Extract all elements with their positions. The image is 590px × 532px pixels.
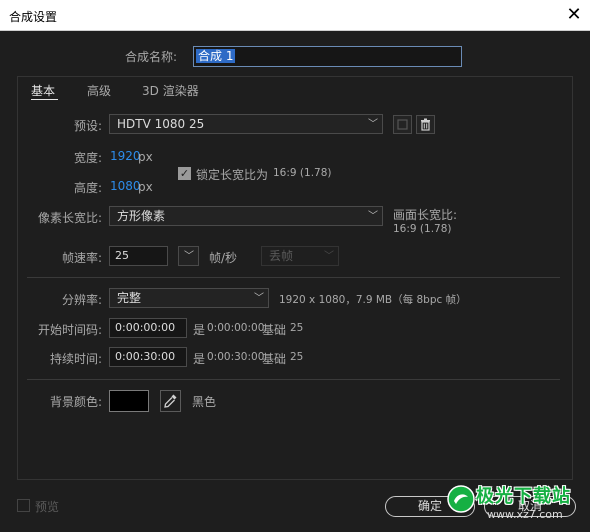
start-timecode-value: 0:00:00:00 (115, 321, 176, 334)
comp-name-label: 合成名称: (125, 50, 178, 64)
background-color-name: 黑色 (192, 395, 217, 409)
chevron-down-icon: ﹀ (324, 251, 334, 262)
frame-aspect-label: 画面长宽比: (393, 208, 458, 222)
resolution-value: 完整 (117, 291, 142, 305)
resolution-info: 1920 x 1080，7.9 MB（每 8bpc 帧） (279, 294, 467, 306)
duration-base-value: 25 (290, 351, 304, 363)
ok-label: 确定 (417, 499, 442, 513)
duration-base-label: 基础 (262, 352, 287, 366)
eyedropper-button[interactable] (160, 390, 181, 412)
trash-icon (421, 118, 430, 131)
drop-frame-value: 丢帧 (269, 249, 294, 263)
comp-name-value: 合成 1 (196, 49, 236, 63)
save-preset-icon (397, 119, 408, 130)
preview-label: 预览 (35, 500, 60, 514)
drop-frame-dropdown: 丢帧 ﹀ (261, 246, 339, 266)
height-unit: px (138, 180, 153, 194)
tab-advanced[interactable]: 高级 (87, 82, 111, 99)
window-title: 合成设置 (9, 10, 58, 24)
divider (27, 277, 560, 278)
preview-checkbox[interactable] (17, 499, 30, 512)
delete-preset-button[interactable] (416, 115, 435, 134)
close-button[interactable]: ✕ (563, 4, 585, 26)
start-timecode-note: 0:00:00:00 (207, 322, 265, 334)
background-color-swatch[interactable] (109, 390, 149, 412)
tab-3d-renderer[interactable]: 3D 渲染器 (142, 82, 199, 99)
chevron-down-icon: ﹀ (184, 251, 194, 262)
height-value[interactable]: 1080 (110, 179, 141, 193)
watermark-text: 极光下载站 (476, 486, 571, 507)
width-label: 宽度: (73, 151, 102, 165)
width-value[interactable]: 1920 (110, 149, 141, 163)
comp-name-input[interactable]: 合成 1 (193, 46, 462, 67)
width-unit: px (138, 150, 153, 164)
start-base-value: 25 (290, 322, 304, 334)
watermark-url: www.xz7.com (487, 508, 563, 521)
pixel-aspect-value: 方形像素 (117, 209, 166, 223)
save-preset-button[interactable] (393, 115, 412, 134)
lock-aspect-label: 锁定长宽比为 (196, 168, 269, 182)
duration-value: 0:00:30:00 (115, 350, 176, 363)
start-timecode-label: 开始时间码: (37, 323, 102, 337)
active-tab-indicator (31, 99, 58, 100)
watermark-logo (447, 485, 475, 513)
pixel-aspect-label: 像素长宽比: (37, 211, 102, 225)
start-base-label: 基础 (262, 323, 287, 337)
lock-aspect-ratio: 16:9 (1.78) (273, 167, 332, 179)
chevron-down-icon: ﹀ (368, 211, 378, 222)
eyedropper-icon (164, 394, 177, 408)
start-timecode-input[interactable]: 0:00:00:00 (109, 318, 187, 338)
frame-rate-unit: 帧/秒 (209, 251, 238, 265)
frame-rate-label: 帧速率: (61, 251, 102, 265)
duration-prefix: 是 (193, 352, 206, 366)
resolution-dropdown[interactable]: 完整 ﹀ (109, 288, 269, 308)
frame-rate-dropdown[interactable]: ﹀ (178, 246, 199, 266)
start-timecode-prefix: 是 (193, 323, 206, 337)
settings-panel (17, 76, 573, 480)
duration-input[interactable]: 0:00:30:00 (109, 347, 187, 367)
chevron-down-icon: ﹀ (368, 119, 378, 130)
pixel-aspect-dropdown[interactable]: 方形像素 ﹀ (109, 206, 383, 226)
preset-dropdown[interactable]: HDTV 1080 25 ﹀ (109, 114, 383, 134)
background-color-label: 背景颜色: (49, 395, 102, 409)
chevron-down-icon: ﹀ (254, 293, 264, 304)
preset-value: HDTV 1080 25 (117, 117, 205, 131)
duration-label: 持续时间: (49, 352, 102, 366)
preset-label: 预设: (73, 119, 102, 133)
tab-basic[interactable]: 基本 (31, 82, 55, 99)
lock-aspect-checkbox[interactable]: ✓ (178, 167, 191, 180)
frame-aspect-value: 16:9 (1.78) (393, 223, 452, 235)
title-bar (0, 0, 590, 31)
divider (27, 379, 560, 380)
duration-note: 0:00:30:00 (207, 351, 265, 363)
frame-rate-value: 25 (115, 249, 129, 262)
height-label: 高度: (73, 181, 102, 195)
resolution-label: 分辨率: (61, 293, 102, 307)
frame-rate-input[interactable]: 25 (109, 246, 168, 266)
